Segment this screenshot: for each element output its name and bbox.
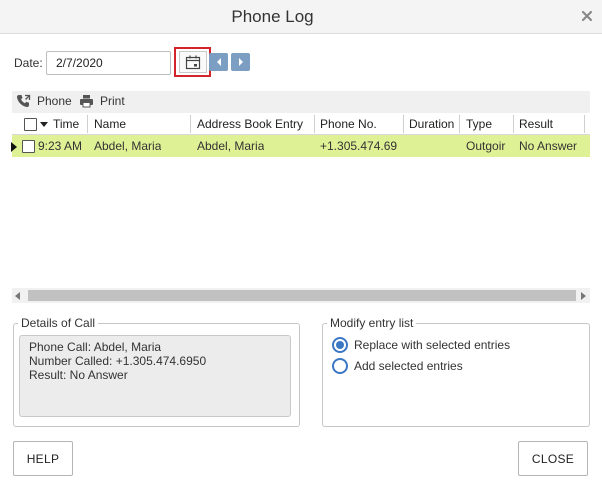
table-row[interactable]: 9:23 AM Abdel, Maria Abdel, Maria +1.305…	[11, 135, 590, 157]
column-header-phone-no[interactable]: Phone No.	[320, 117, 377, 131]
modify-entry-list-group: Modify entry list Replace with selected …	[322, 316, 590, 427]
cell-phone: +1.305.474.69	[320, 139, 398, 153]
radio-label-replace: Replace with selected entries	[354, 338, 511, 352]
window-title: Phone Log	[231, 7, 314, 26]
toolbar: Phone Print	[12, 91, 590, 113]
next-day-button[interactable]	[231, 53, 250, 71]
phone-log-table: Time Name Address Book Entry Phone No. D…	[11, 113, 590, 288]
radio-add-selected[interactable]: Add selected entries	[332, 358, 463, 374]
radio-label-add: Add selected entries	[354, 359, 463, 373]
column-header-time[interactable]: Time	[53, 117, 79, 131]
date-field[interactable]: 2/7/2020	[46, 51, 171, 75]
close-button[interactable]: CLOSE	[518, 441, 588, 476]
details-of-call-group: Details of Call Phone Call: Abdel, Maria…	[13, 316, 300, 427]
cell-time: 9:23 AM	[38, 139, 83, 153]
scrollbar-thumb[interactable]	[28, 290, 576, 301]
sort-down-icon[interactable]	[40, 122, 48, 128]
details-line-number: Number Called: +1.305.474.6950	[29, 354, 207, 368]
radio-button[interactable]	[332, 358, 348, 374]
scroll-right-icon[interactable]	[581, 292, 586, 300]
cell-address-book-entry: Abdel, Maria	[197, 139, 265, 153]
phone-icon	[17, 94, 31, 107]
table-header: Time Name Address Book Entry Phone No. D…	[12, 113, 590, 135]
modify-legend: Modify entry list	[327, 316, 417, 330]
details-line-call: Phone Call: Abdel, Maria	[29, 340, 162, 354]
column-header-type[interactable]: Type	[466, 117, 492, 131]
phone-label: Phone	[37, 94, 72, 108]
column-header-name[interactable]: Name	[94, 117, 126, 131]
column-header-result[interactable]: Result	[519, 117, 553, 131]
print-label: Print	[100, 94, 125, 108]
chevron-right-icon	[238, 58, 243, 66]
previous-day-button[interactable]	[209, 53, 228, 71]
printer-icon	[80, 95, 93, 108]
details-line-result: Result: No Answer	[29, 368, 128, 382]
details-text-box: Phone Call: Abdel, Maria Number Called: …	[19, 335, 291, 417]
cell-result: No Answer	[519, 139, 578, 153]
radio-replace-with-selected[interactable]: Replace with selected entries	[332, 337, 510, 353]
help-button[interactable]: HELP	[13, 441, 73, 476]
row-checkbox[interactable]	[22, 140, 35, 153]
scroll-left-icon[interactable]	[15, 292, 20, 300]
cell-name: Abdel, Maria	[94, 139, 162, 153]
column-header-duration[interactable]: Duration	[409, 117, 454, 131]
radio-button-selected[interactable]	[332, 337, 348, 353]
column-header-address-book-entry[interactable]: Address Book Entry	[197, 117, 303, 131]
title-bar: Phone Log	[0, 0, 602, 34]
chevron-left-icon	[216, 58, 221, 66]
calendar-button[interactable]	[174, 47, 211, 77]
date-label: Date:	[14, 56, 43, 70]
details-legend: Details of Call	[18, 316, 99, 330]
select-all-checkbox[interactable]	[24, 118, 37, 131]
close-icon[interactable]	[580, 9, 594, 23]
current-row-indicator-icon	[11, 142, 17, 152]
calendar-icon	[185, 55, 200, 69]
cell-type: Outgoir	[466, 139, 506, 153]
print-button[interactable]: Print	[79, 94, 125, 108]
phone-button[interactable]: Phone	[16, 94, 72, 108]
horizontal-scrollbar[interactable]	[12, 288, 590, 303]
